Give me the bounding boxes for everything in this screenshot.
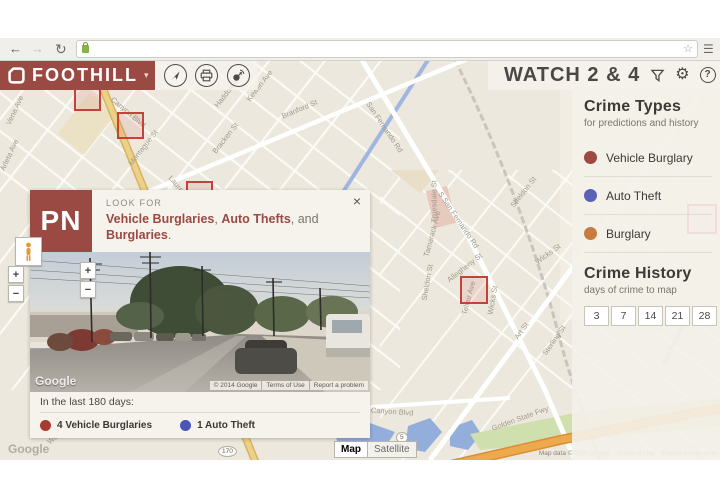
- prediction-box[interactable]: [460, 276, 488, 304]
- crime-type-row[interactable]: Vehicle Burglary: [584, 139, 712, 177]
- history-legend-item: 4 Vehicle Burglaries: [40, 420, 152, 431]
- close-icon[interactable]: ×: [353, 193, 361, 209]
- navigation-arrow-icon: [169, 69, 182, 82]
- crime-type-dot-icon: [584, 189, 597, 202]
- help-button[interactable]: ?: [700, 67, 716, 83]
- pegman-icon: [23, 242, 34, 262]
- browser-refresh-button[interactable]: ↻: [55, 39, 67, 59]
- funnel-icon: [650, 68, 665, 83]
- map-tools: [155, 60, 258, 90]
- popup-footer: In the last 180 days: 4 Vehicle Burglari…: [30, 392, 370, 438]
- broadcast-button[interactable]: [227, 64, 250, 87]
- history-count-label: 4 Vehicle Burglaries: [57, 420, 152, 431]
- street-view-zoom-out-button[interactable]: −: [80, 281, 96, 298]
- history-days-button[interactable]: 3: [584, 306, 609, 326]
- browser-forward-button[interactable]: →: [31, 39, 44, 59]
- crime-history-subtitle: days of crime to map: [584, 285, 720, 296]
- filter-button[interactable]: [650, 68, 665, 83]
- precinct-name: FOOTHILL: [32, 65, 138, 86]
- browser-toolbar: ← → ↻ ☆ ☰: [0, 38, 720, 61]
- crime-history-title: Crime History: [584, 265, 720, 283]
- print-button[interactable]: [195, 64, 218, 87]
- history-days-button[interactable]: 28: [692, 306, 717, 326]
- bookmark-star-icon[interactable]: ☆: [683, 42, 693, 55]
- google-watermark: Google: [8, 442, 49, 456]
- crime-1: Vehicle Burglaries: [106, 212, 214, 226]
- crime-type-dot-icon: [584, 227, 597, 240]
- prediction-popup: PN LOOK FOR Vehicle Burglaries, Auto The…: [30, 190, 370, 438]
- crime-3: Burglaries: [106, 228, 168, 242]
- street-view-zoom: + −: [80, 262, 96, 300]
- map-zoom-out-button[interactable]: −: [8, 285, 24, 302]
- look-for-label: LOOK FOR: [106, 198, 344, 208]
- watch-header: WATCH 2 & 4 ⚙ ?: [488, 60, 720, 90]
- highway-shield: 170: [218, 446, 237, 457]
- history-legend-item: 1 Auto Theft: [180, 420, 255, 431]
- browser-back-button[interactable]: ←: [9, 39, 22, 59]
- crime-type-row[interactable]: Auto Theft: [584, 177, 712, 215]
- sv-terms-link[interactable]: Terms of Use: [262, 381, 308, 390]
- crime-2: Auto Thefts: [221, 212, 290, 226]
- history-intro: In the last 180 days:: [40, 396, 360, 413]
- history-count-label: 1 Auto Theft: [197, 420, 255, 431]
- history-days-button[interactable]: 7: [611, 306, 636, 326]
- crime-types-title: Crime Types: [584, 98, 720, 116]
- precinct-dropdown-caret-icon[interactable]: ▾: [144, 70, 149, 81]
- watch-title: WATCH 2 & 4: [504, 64, 640, 87]
- street-view-zoom-in-button[interactable]: +: [80, 262, 96, 279]
- sep-2: , and: [291, 212, 319, 226]
- sv-copyright: © 2014 Google: [210, 381, 262, 390]
- printer-icon: [200, 69, 213, 82]
- sidebar: Crime Types for predictions and history …: [572, 90, 720, 460]
- map-type-map-button[interactable]: Map: [334, 441, 368, 458]
- satellite-dish-icon: [232, 69, 245, 82]
- map-zoom-control: + −: [8, 266, 24, 304]
- street-view-panorama[interactable]: + − Google © 2014 Google Terms of Use Re…: [30, 252, 370, 392]
- address-bar[interactable]: ☆: [76, 40, 698, 58]
- map-zoom-in-button[interactable]: +: [8, 266, 24, 283]
- street-view-credits: © 2014 Google Terms of Use Report a prob…: [209, 381, 368, 390]
- history-legend: 4 Vehicle Burglaries 1 Auto Theft: [40, 420, 360, 431]
- history-dot-icon: [40, 420, 51, 431]
- settings-button[interactable]: ⚙: [675, 67, 689, 83]
- prediction-box[interactable]: [117, 112, 144, 139]
- crime-types-subtitle: for predictions and history: [584, 118, 720, 129]
- crime-history-options: 37142128: [584, 306, 720, 326]
- crime-type-dot-icon: [584, 151, 597, 164]
- crime-type-label: Burglary: [606, 227, 651, 241]
- map-type-satellite-button[interactable]: Satellite: [368, 441, 417, 458]
- pegman-control[interactable]: [15, 237, 42, 266]
- sv-report-link[interactable]: Report a problem: [310, 381, 368, 390]
- sep-3: .: [168, 228, 171, 242]
- map-type-buttons: Map Satellite: [334, 441, 417, 458]
- question-mark-icon: ?: [700, 67, 716, 83]
- history-dot-icon: [180, 420, 191, 431]
- ssl-lock-icon: [82, 45, 89, 53]
- map-canvas[interactable]: Canyon BlvdVena AveArleta AveHaddon AveK…: [0, 60, 720, 460]
- browser-menu-icon[interactable]: ☰: [703, 39, 714, 59]
- locate-button[interactable]: [164, 64, 187, 87]
- predpol-logo-icon: [8, 67, 25, 84]
- crime-type-label: Auto Theft: [606, 189, 661, 203]
- history-days-button[interactable]: 14: [638, 306, 663, 326]
- precinct-banner[interactable]: FOOTHILL ▾: [0, 60, 155, 90]
- street-view-google-logo: Google: [35, 374, 76, 388]
- history-days-button[interactable]: 21: [665, 306, 690, 326]
- crime-type-label: Vehicle Burglary: [606, 151, 693, 165]
- crime-type-row[interactable]: Burglary: [584, 215, 712, 253]
- popup-header: PN LOOK FOR Vehicle Burglaries, Auto The…: [30, 190, 370, 252]
- look-for-crimes: Vehicle Burglaries, Auto Thefts, and Bur…: [106, 211, 344, 243]
- crime-type-list: Vehicle Burglary Auto Theft Burglary: [584, 139, 720, 253]
